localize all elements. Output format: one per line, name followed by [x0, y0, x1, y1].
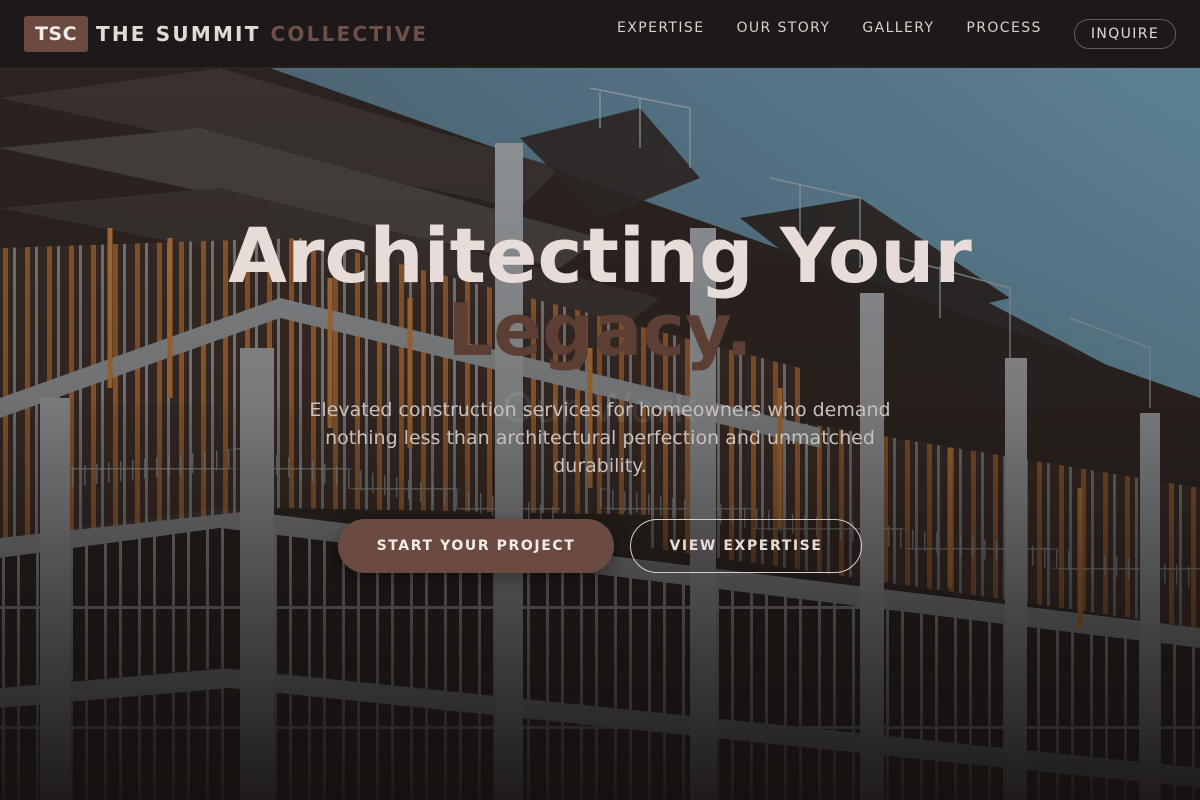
brand-name-primary: THE SUMMIT	[96, 22, 261, 46]
hero-title-accent: Legacy.	[447, 288, 753, 372]
nav-link-gallery[interactable]: GALLERY	[862, 20, 934, 36]
inquire-button[interactable]: INQUIRE	[1074, 19, 1176, 49]
logo-badge: TSC	[24, 16, 88, 52]
view-expertise-button[interactable]: VIEW EXPERTISE	[630, 519, 862, 573]
hero-title: Architecting Your	[228, 211, 972, 300]
top-navigation: TSC THE SUMMIT COLLECTIVE EXPERTISE OUR S…	[0, 0, 1200, 68]
brand-logo[interactable]: TSC THE SUMMIT COLLECTIVE	[24, 16, 428, 52]
brand-name: THE SUMMIT COLLECTIVE	[96, 22, 428, 46]
nav-link-expertise[interactable]: EXPERTISE	[617, 20, 704, 36]
nav-link-process[interactable]: PROCESS	[966, 20, 1041, 36]
hero-section: Architecting Your Legacy. Our Work Eleva…	[0, 68, 1200, 800]
nav-link-our-story[interactable]: OUR STORY	[736, 20, 830, 36]
start-project-button[interactable]: START YOUR PROJECT	[338, 519, 614, 573]
brand-name-accent: COLLECTIVE	[270, 22, 429, 46]
nav-links: EXPERTISE OUR STORY GALLERY PROCESS	[617, 20, 1074, 36]
landing-page: TSC THE SUMMIT COLLECTIVE EXPERTISE OUR S…	[0, 0, 1200, 800]
hero-subtitle: Elevated construction services for homeo…	[309, 399, 891, 477]
